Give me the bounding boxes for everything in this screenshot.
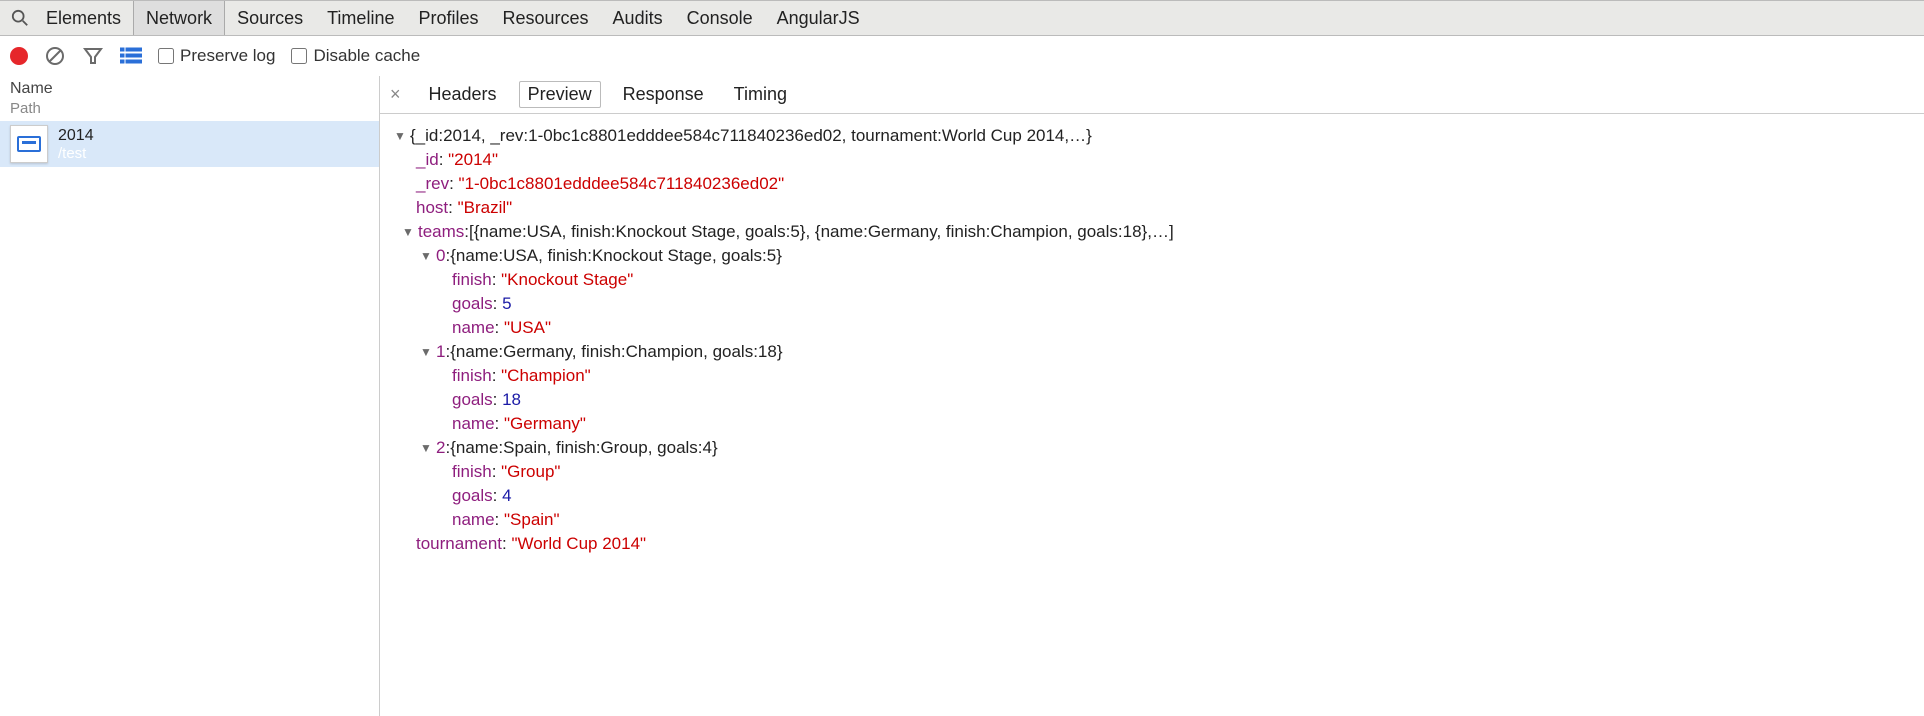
request-row[interactable]: 2014 /test — [0, 121, 379, 167]
json-key: 1 — [436, 340, 445, 364]
detail-tabs: × Headers Preview Response Timing — [380, 76, 1924, 114]
json-key: goals — [452, 390, 493, 409]
json-key: goals — [452, 486, 493, 505]
tab-console[interactable]: Console — [675, 1, 765, 35]
preserve-log-input[interactable] — [158, 48, 174, 64]
tab-angularjs[interactable]: AngularJS — [765, 1, 872, 35]
tab-profiles[interactable]: Profiles — [406, 1, 490, 35]
request-list-header: Name Path — [0, 76, 379, 121]
json-key: name — [452, 414, 495, 433]
record-button[interactable] — [10, 47, 28, 65]
json-value: {name:Germany, finish:Champion, goals:18… — [450, 340, 782, 364]
json-value: "Germany" — [504, 414, 586, 433]
json-value: "1-0bc1c8801edddee584c711840236ed02" — [459, 174, 785, 193]
devtools-tabs: Elements Network Sources Timeline Profil… — [0, 0, 1924, 36]
json-value: "Knockout Stage" — [501, 270, 633, 289]
json-key: name — [452, 510, 495, 529]
json-key: finish — [452, 270, 492, 289]
detail-tab-response[interactable]: Response — [615, 82, 712, 107]
json-key: finish — [452, 366, 492, 385]
json-key: finish — [452, 462, 492, 481]
request-list-pane: Name Path 2014 /test — [0, 76, 380, 716]
json-root-summary: {_id:2014, _rev:1-0bc1c8801edddee584c711… — [410, 124, 1092, 148]
clear-icon[interactable] — [44, 45, 66, 67]
detail-tab-preview[interactable]: Preview — [519, 81, 601, 108]
resource-type-icon — [10, 125, 48, 163]
disclosure-triangle-icon[interactable]: ▼ — [394, 124, 408, 148]
json-value: [{name:USA, finish:Knockout Stage, goals… — [469, 220, 1174, 244]
json-value: 18 — [502, 390, 521, 409]
json-value: "Brazil" — [458, 198, 513, 217]
tab-resources[interactable]: Resources — [491, 1, 601, 35]
json-value: "2014" — [448, 150, 498, 169]
column-header-path: Path — [10, 100, 369, 117]
request-path: /test — [58, 145, 94, 162]
tab-elements[interactable]: Elements — [34, 1, 133, 35]
column-header-name: Name — [10, 80, 369, 98]
json-key: teams — [418, 220, 464, 244]
json-value: "World Cup 2014" — [511, 534, 646, 553]
json-value: {name:Spain, finish:Group, goals:4} — [450, 436, 717, 460]
tab-timeline[interactable]: Timeline — [315, 1, 406, 35]
json-value: {name:USA, finish:Knockout Stage, goals:… — [450, 244, 782, 268]
detail-tab-headers[interactable]: Headers — [421, 82, 505, 107]
json-value: "Champion" — [501, 366, 591, 385]
list-view-icon[interactable] — [120, 45, 142, 67]
json-value: "Spain" — [504, 510, 560, 529]
search-icon[interactable] — [6, 9, 34, 27]
tab-network[interactable]: Network — [133, 1, 225, 35]
json-value: 5 — [502, 294, 511, 313]
tab-audits[interactable]: Audits — [601, 1, 675, 35]
json-value: "USA" — [504, 318, 551, 337]
disable-cache-input[interactable] — [291, 48, 307, 64]
filter-icon[interactable] — [82, 45, 104, 67]
json-key: goals — [452, 294, 493, 313]
json-key: host — [416, 198, 448, 217]
detail-tab-timing[interactable]: Timing — [726, 82, 795, 107]
json-key: _rev — [416, 174, 449, 193]
disclosure-triangle-icon[interactable]: ▼ — [420, 244, 434, 268]
json-key: _id — [416, 150, 439, 169]
preserve-log-label: Preserve log — [180, 46, 275, 66]
json-key: 0 — [436, 244, 445, 268]
json-value: 4 — [502, 486, 511, 505]
disclosure-triangle-icon[interactable]: ▼ — [420, 436, 434, 460]
disclosure-triangle-icon[interactable]: ▼ — [420, 340, 434, 364]
close-icon[interactable]: × — [390, 84, 407, 105]
disable-cache-checkbox[interactable]: Disable cache — [291, 46, 420, 66]
json-preview[interactable]: ▼{_id:2014, _rev:1-0bc1c8801edddee584c71… — [380, 114, 1924, 566]
json-key: tournament — [416, 534, 502, 553]
json-key: 2 — [436, 436, 445, 460]
preserve-log-checkbox[interactable]: Preserve log — [158, 46, 275, 66]
request-name: 2014 — [58, 127, 94, 145]
json-value: "Group" — [501, 462, 560, 481]
json-key: name — [452, 318, 495, 337]
disclosure-triangle-icon[interactable]: ▼ — [402, 220, 416, 244]
detail-pane: × Headers Preview Response Timing ▼{_id:… — [380, 76, 1924, 716]
network-toolbar: Preserve log Disable cache — [0, 36, 1924, 76]
tab-sources[interactable]: Sources — [225, 1, 315, 35]
disable-cache-label: Disable cache — [313, 46, 420, 66]
